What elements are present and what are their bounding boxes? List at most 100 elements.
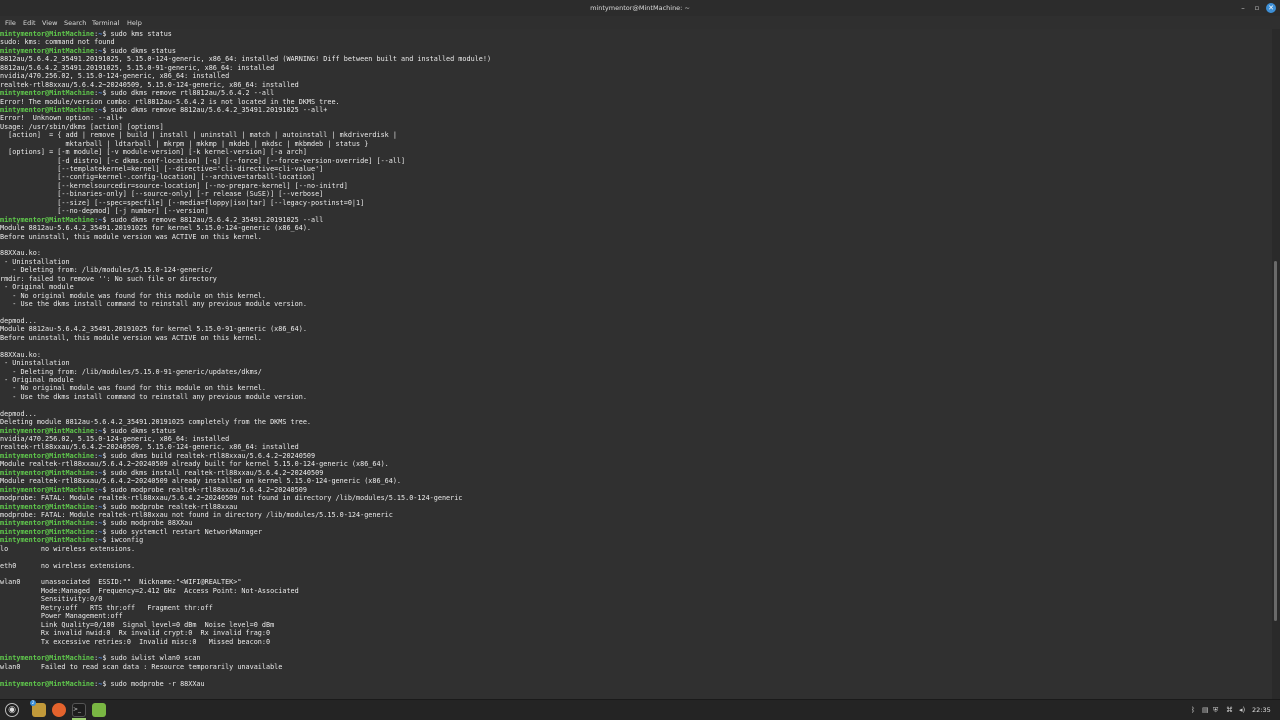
command-text: sudo modprobe realtek-rtl88xxau/5.6.4.2~…: [106, 485, 307, 494]
prompt-user: mintymentor@MintMachine: [0, 485, 95, 494]
output-line: 8812au/5.6.4.2_35491.20191025, 5.15.0-12…: [0, 55, 492, 64]
output-line: sudo: kms: command not found: [0, 38, 115, 47]
command-text: sudo modprobe realtek-rtl88xxau: [106, 502, 238, 511]
command-line: mintymentor@MintMachine:~$ sudo dkms sta…: [0, 426, 176, 435]
menu-search[interactable]: Search: [64, 19, 86, 27]
clipboard-icon[interactable]: ▤: [1202, 706, 1209, 714]
output-line: Module realtek-rtl88xxau/5.6.4.2~2024050…: [0, 460, 389, 469]
output-line: eth0 no wireless extensions.: [0, 561, 136, 570]
output-line: Module realtek-rtl88xxau/5.6.4.2~2024050…: [0, 477, 402, 486]
prompt-user: mintymentor@MintMachine: [0, 46, 95, 55]
output-line: [--kernelsourcedir=source-location] [--n…: [0, 181, 348, 190]
output-line: lo no wireless extensions.: [0, 544, 136, 553]
command-text: sudo modprobe 88XXau: [106, 519, 193, 528]
terminal-output-area[interactable]: mintymentor@MintMachine:~$ sudo kms stat…: [0, 29, 1272, 699]
output-line: Module 8812au-5.6.4.2_35491.20191025 for…: [0, 325, 307, 334]
command-line: mintymentor@MintMachine:~$ sudo modprobe…: [0, 502, 238, 511]
command-line: mintymentor@MintMachine:~$ sudo iwlist w…: [0, 654, 201, 663]
window-title: mintymentor@MintMachine: ~: [590, 4, 690, 12]
output-line: [--binaries-only] [--source-only] [-r re…: [0, 190, 324, 199]
output-line: Link Quality=0/100 Signal level=0 dBm No…: [0, 620, 275, 629]
output-line: Retry:off RTS thr:off Fragment thr:off: [0, 603, 213, 612]
output-line: [--config=kernel-.config-location] [--ar…: [0, 173, 316, 182]
prompt-user: mintymentor@MintMachine: [0, 502, 95, 511]
command-line: mintymentor@MintMachine:~$ sudo modprobe…: [0, 519, 193, 528]
volume-icon[interactable]: ◂): [1239, 706, 1245, 714]
command-text: sudo dkms install realtek-rtl88xxau/5.6.…: [106, 468, 324, 477]
output-line: 88XXau.ko:: [0, 249, 41, 258]
network-icon[interactable]: ⌘: [1226, 706, 1233, 714]
output-line: [options] = [-m module] [-v module-versi…: [0, 148, 307, 157]
output-line: [--size] [--spec=specfile] [--media=flop…: [0, 198, 365, 207]
output-line: Mode:Managed Frequency=2.412 GHz Access …: [0, 586, 299, 595]
software-manager-icon[interactable]: [92, 703, 106, 717]
bluetooth-icon[interactable]: ᛒ: [1191, 706, 1195, 714]
command-line: mintymentor@MintMachine:~$ sudo dkms rem…: [0, 105, 328, 114]
menu-terminal[interactable]: Terminal: [92, 19, 119, 27]
taskbar: ◉ 2 >_ ᛒ ▤ ⛨ ⌘ ◂) ▮ 22:35: [0, 699, 1280, 720]
output-line: - Uninstallation: [0, 257, 70, 266]
firefox-icon[interactable]: [52, 703, 66, 717]
mint-menu-icon[interactable]: ◉: [5, 703, 19, 717]
output-line: Usage: /usr/sbin/dkms [action] [options]: [0, 122, 164, 131]
output-line: depmod...: [0, 409, 37, 418]
output-line: Power Management:off: [0, 612, 123, 621]
menu-file[interactable]: File: [5, 19, 16, 27]
terminal-icon[interactable]: >_: [72, 703, 86, 717]
output-line: Tx excessive retries:0 Invalid misc:0 Mi…: [0, 637, 271, 646]
command-text: iwconfig: [106, 536, 144, 545]
close-icon[interactable]: ✕: [1266, 3, 1276, 13]
output-line: rmdir: failed to remove '': No such file…: [0, 274, 217, 283]
output-line: - No original module was found for this …: [0, 384, 266, 393]
command-text: sudo dkms remove 8812au/5.6.4.2_35491.20…: [106, 215, 324, 224]
command-text: sudo dkms remove rtl8812au/5.6.4.2 --all: [106, 89, 275, 98]
command-text: sudo dkms status: [106, 46, 176, 55]
prompt-user: mintymentor@MintMachine: [0, 654, 95, 663]
output-line: [action] = { add | remove | build | inst…: [0, 131, 397, 140]
output-line: - Uninstallation: [0, 359, 70, 368]
menubar: File Edit View Search Terminal Help: [0, 16, 1280, 29]
command-line: mintymentor@MintMachine:~$ sudo dkms sta…: [0, 46, 176, 55]
prompt-user: mintymentor@MintMachine: [0, 451, 95, 460]
output-line: Error! Unknown option: --all+: [0, 114, 123, 123]
output-line: 88XXau.ko:: [0, 350, 41, 359]
prompt-user: mintymentor@MintMachine: [0, 426, 95, 435]
output-line: - Deleting from: /lib/modules/5.15.0-91-…: [0, 367, 262, 376]
output-line: Before uninstall, this module version wa…: [0, 333, 262, 342]
output-line: modprobe: FATAL: Module realtek-rtl88xxa…: [0, 494, 463, 503]
menu-view[interactable]: View: [42, 19, 57, 27]
output-line: modprobe: FATAL: Module realtek-rtl88xxa…: [0, 510, 393, 519]
command-line: mintymentor@MintMachine:~$ sudo systemct…: [0, 527, 262, 536]
terminal-scrollbar[interactable]: [1272, 29, 1280, 699]
command-text: sudo dkms status: [106, 426, 176, 435]
menu-edit[interactable]: Edit: [23, 19, 36, 27]
output-line: nvidia/470.256.02, 5.15.0-124-generic, x…: [0, 72, 230, 81]
output-line: depmod...: [0, 316, 37, 325]
prompt-user: mintymentor@MintMachine: [0, 527, 95, 536]
files-icon[interactable]: 2: [30, 700, 46, 717]
command-text: sudo dkms remove 8812au/5.6.4.2_35491.20…: [106, 105, 328, 114]
window-titlebar[interactable]: mintymentor@MintMachine: ~ – ▫ ✕: [0, 0, 1280, 16]
output-line: Module 8812au-5.6.4.2_35491.20191025 for…: [0, 224, 311, 233]
minimize-icon[interactable]: –: [1238, 3, 1248, 13]
output-line: wlan0 unassociated ESSID:"" Nickname:"<W…: [0, 578, 242, 587]
command-line: mintymentor@MintMachine:~$ sudo dkms bui…: [0, 451, 316, 460]
scrollbar-thumb[interactable]: [1274, 261, 1277, 621]
shield-icon[interactable]: ⛨: [1213, 706, 1218, 715]
maximize-icon[interactable]: ▫: [1252, 3, 1262, 13]
command-text: sudo kms status: [106, 30, 172, 38]
command-line: mintymentor@MintMachine:~$ sudo dkms rem…: [0, 215, 324, 224]
command-text: sudo dkms build realtek-rtl88xxau/5.6.4.…: [106, 451, 316, 460]
menu-help[interactable]: Help: [127, 19, 142, 27]
clock[interactable]: 22:35: [1252, 706, 1271, 714]
command-line: mintymentor@MintMachine:~$ sudo dkms ins…: [0, 468, 324, 477]
output-line: - Original module: [0, 375, 74, 384]
prompt-user: mintymentor@MintMachine: [0, 30, 95, 38]
